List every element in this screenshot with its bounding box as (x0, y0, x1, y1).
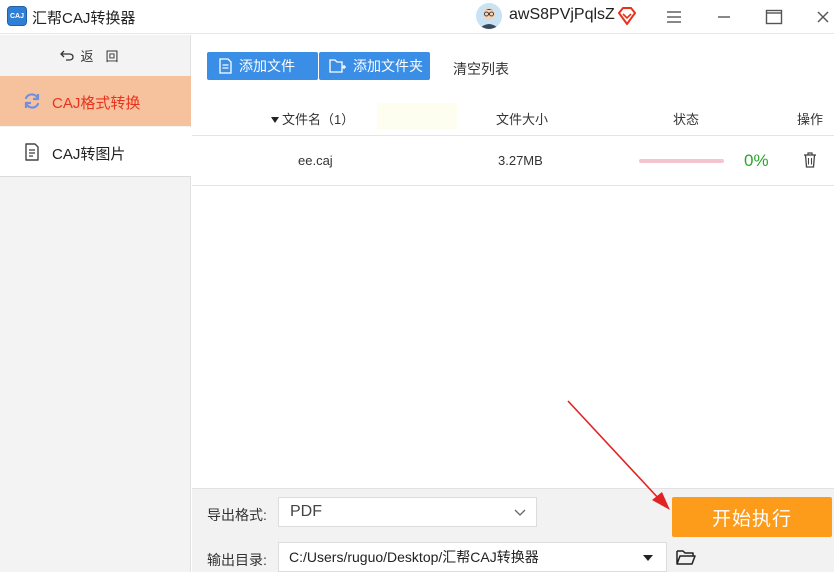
refresh-icon (24, 93, 40, 109)
back-button[interactable]: 返回 (0, 35, 191, 75)
output-dir-value: C:/Users/ruguo/Desktop/汇帮CAJ转换器 (289, 549, 539, 565)
sidebar: 返回 CAJ格式转换 CAJ转图片 (0, 35, 191, 572)
minimize-button[interactable] (711, 4, 737, 30)
document-icon (25, 143, 39, 161)
sidebar-item-caj-to-image[interactable]: CAJ转图片 (0, 127, 191, 177)
output-dir-select[interactable]: C:/Users/ruguo/Desktop/汇帮CAJ转换器 (278, 542, 667, 572)
add-folder-button[interactable]: 添加文件夹 (319, 52, 430, 80)
column-name-header[interactable]: 文件名（1） (270, 109, 354, 128)
progress-percent: 0% (744, 151, 769, 170)
progress-bar (639, 159, 724, 163)
vip-diamond-icon[interactable] (617, 7, 637, 25)
hamburger-menu-icon (667, 11, 681, 23)
start-button[interactable]: 开始执行 (672, 497, 832, 537)
add-file-icon (219, 58, 232, 74)
app-logo-icon: CAJ (7, 6, 27, 26)
file-size-cell: 3.27MB (498, 153, 543, 168)
sidebar-item-label: CAJ转图片 (52, 146, 126, 163)
sidebar-item-caj-format-convert[interactable]: CAJ格式转换 (0, 76, 191, 126)
add-folder-icon (329, 59, 346, 73)
output-dir-label: 输出目录: (207, 552, 267, 568)
app-title: 汇帮CAJ转换器 (32, 10, 136, 27)
table-header: 文件名（1） 文件大小 状态 操作 (192, 99, 834, 136)
maximize-button[interactable] (761, 4, 787, 30)
folder-open-icon[interactable] (676, 548, 696, 566)
column-status-header: 状态 (673, 112, 700, 127)
export-format-select[interactable]: PDF (278, 497, 537, 527)
menu-button[interactable] (661, 4, 687, 30)
add-file-button[interactable]: 添加文件 (207, 52, 318, 80)
column-name-label: 文件名（1） (282, 112, 355, 127)
file-name-cell: ee.caj (298, 153, 333, 168)
chevron-down-icon (514, 509, 526, 516)
minimize-icon (718, 16, 730, 18)
back-arrow-icon (60, 50, 75, 61)
add-folder-label: 添加文件夹 (353, 58, 423, 74)
add-file-label: 添加文件 (239, 58, 295, 74)
title-bar: CAJ 汇帮CAJ转换器 awS8PVjPqlsZ (0, 0, 834, 34)
close-icon (817, 11, 829, 23)
close-button[interactable] (810, 4, 834, 30)
sort-down-icon (271, 117, 279, 123)
export-format-label: 导出格式: (207, 507, 267, 523)
table-row[interactable]: ee.caj 3.27MB 0% (192, 136, 834, 186)
maximize-icon (765, 9, 783, 25)
main-panel: 添加文件 添加文件夹 清空列表 文件名（1） 文件大小 状态 操作 ee.caj (192, 35, 834, 572)
column-size-header: 文件大小 (496, 112, 549, 127)
clear-list-button[interactable]: 清空列表 (453, 59, 509, 79)
sidebar-item-label: CAJ格式转换 (52, 95, 141, 112)
column-highlight (377, 103, 457, 129)
user-avatar[interactable] (476, 3, 502, 29)
app-window: CAJ 汇帮CAJ转换器 awS8PVjPqlsZ 返回 CAJ格式转换 CAJ… (0, 0, 834, 572)
delete-icon[interactable] (803, 152, 817, 168)
export-format-value: PDF (290, 503, 322, 520)
username[interactable]: awS8PVjPqlsZ (509, 6, 615, 24)
column-action-header: 操作 (797, 112, 824, 127)
dropdown-arrow-icon (643, 555, 653, 561)
back-label: 返回 (80, 48, 131, 64)
output-settings-panel: 导出格式: PDF 开始执行 输出目录: C:/Users/ruguo/Desk… (192, 488, 834, 572)
